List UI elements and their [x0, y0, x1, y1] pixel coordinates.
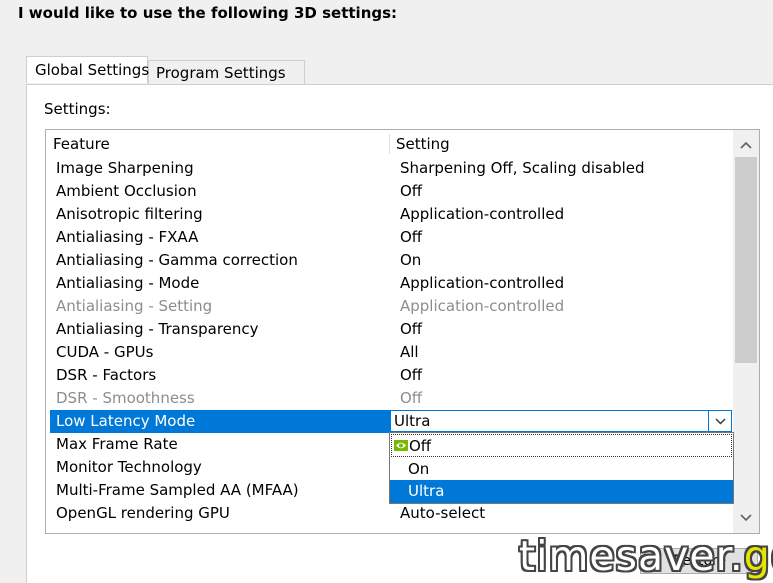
setting-cell: Off — [400, 182, 423, 200]
feature-cell: Antialiasing - Gamma correction — [56, 251, 298, 269]
dropdown-option-ultra[interactable]: Ultra — [390, 480, 733, 503]
scroll-up-button[interactable] — [733, 132, 759, 158]
vertical-scrollbar[interactable] — [733, 130, 759, 533]
setting-cell: Application-controlled — [400, 297, 565, 315]
setting-cell: On — [400, 251, 422, 269]
settings-label: Settings: — [44, 100, 111, 118]
setting-cell: Off — [400, 389, 423, 407]
table-row[interactable]: DSR - Factors Off — [46, 364, 734, 387]
dropdown-option-label: Ultra — [408, 482, 445, 500]
table-row[interactable]: Low Latency Mode Ultra — [46, 410, 734, 433]
watermark-accent: gg — [743, 532, 773, 580]
watermark-text: timesaver. — [519, 532, 744, 580]
watermark: timesaver.gg — [519, 532, 773, 580]
table-row[interactable]: Image Sharpening Sharpening Off, Scaling … — [46, 157, 734, 180]
scroll-thumb[interactable] — [735, 157, 757, 363]
setting-cell: Off — [400, 366, 423, 384]
nvidia-icon — [394, 440, 408, 451]
feature-cell: Antialiasing - Transparency — [56, 320, 259, 338]
feature-cell: Multi-Frame Sampled AA (MFAA) — [56, 481, 299, 499]
setting-cell: Auto-select — [400, 504, 486, 522]
feature-cell: DSR - Factors — [56, 366, 157, 384]
chevron-down-icon — [740, 514, 752, 522]
table-row[interactable]: Antialiasing - Setting Application-contro… — [46, 295, 734, 318]
table-row[interactable]: OpenGL rendering GPU Auto-select — [46, 502, 734, 525]
combobox-value: Ultra — [394, 412, 431, 430]
table-row[interactable]: Antialiasing - Mode Application-controlle… — [46, 272, 734, 295]
table-row[interactable]: Antialiasing - Gamma correction On — [46, 249, 734, 272]
column-divider[interactable] — [389, 134, 390, 154]
feature-cell: Image Sharpening — [56, 159, 194, 177]
table-row[interactable]: Anisotropic filtering Application-control… — [46, 203, 734, 226]
tab-program-settings[interactable]: Program Settings — [148, 60, 305, 84]
scroll-down-button[interactable] — [733, 505, 759, 531]
table-row[interactable]: Antialiasing - FXAA Off — [46, 226, 734, 249]
combobox-dropdown-button[interactable] — [708, 411, 731, 431]
setting-combobox[interactable]: Ultra — [390, 410, 732, 432]
feature-cell: Ambient Occlusion — [56, 182, 197, 200]
feature-cell: Max Frame Rate — [56, 435, 178, 453]
column-header-feature[interactable]: Feature — [53, 135, 110, 153]
dropdown-option-off[interactable]: Off — [391, 434, 732, 457]
feature-cell: DSR - Smoothness — [56, 389, 195, 407]
feature-cell: Monitor Technology — [56, 458, 202, 476]
feature-cell: Anisotropic filtering — [56, 205, 203, 223]
setting-cell: Application-controlled — [400, 205, 565, 223]
feature-cell: OpenGL rendering GPU — [56, 504, 230, 522]
dropdown-option-label: Off — [409, 437, 432, 455]
dropdown-list: Off On Ultra — [389, 432, 734, 504]
dropdown-option-on[interactable]: On — [390, 458, 733, 481]
setting-cell: Off — [400, 228, 423, 246]
feature-cell: Antialiasing - Setting — [56, 297, 213, 315]
setting-cell: Off — [400, 320, 423, 338]
table-row[interactable]: Ambient Occlusion Off — [46, 180, 734, 203]
table-row[interactable]: DSR - Smoothness Off — [46, 387, 734, 410]
feature-cell: Antialiasing - FXAA — [56, 228, 199, 246]
table-row[interactable]: CUDA - GPUs All — [46, 341, 734, 364]
page-title: I would like to use the following 3D set… — [18, 4, 398, 22]
feature-cell: Antialiasing - Mode — [56, 274, 200, 292]
grid-header: Feature Setting — [46, 130, 734, 157]
tab-global-settings[interactable]: Global Settings — [26, 56, 149, 83]
column-header-setting[interactable]: Setting — [396, 135, 450, 153]
feature-cell: CUDA - GPUs — [56, 343, 154, 361]
chevron-up-icon — [740, 141, 752, 149]
dropdown-option-label: On — [408, 460, 430, 478]
setting-cell: Application-controlled — [400, 274, 565, 292]
setting-cell: All — [400, 343, 419, 361]
table-row[interactable]: Antialiasing - Transparency Off — [46, 318, 734, 341]
setting-cell: Sharpening Off, Scaling disabled — [400, 159, 645, 177]
chevron-down-icon — [715, 418, 725, 424]
feature-cell: Low Latency Mode — [56, 412, 196, 430]
